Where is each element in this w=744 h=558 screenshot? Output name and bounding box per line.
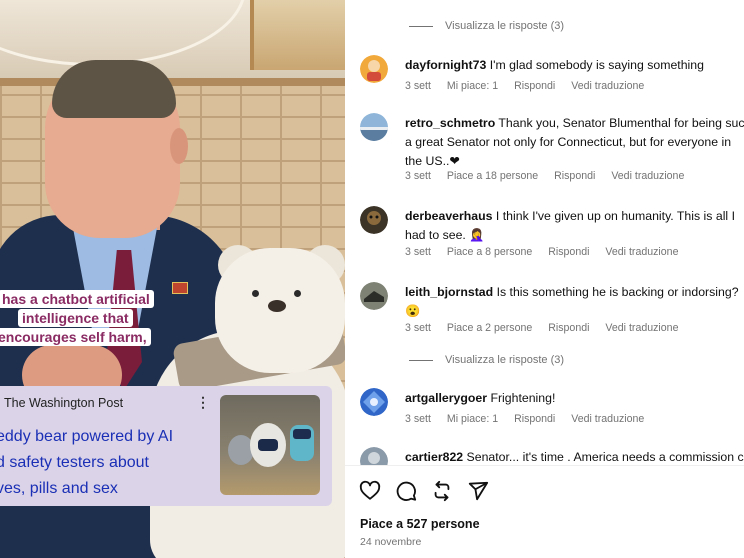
repost-icon[interactable]: [431, 480, 453, 502]
comment-text: Frightening!: [490, 391, 556, 405]
comments-panel: Visualizza le risposte (3) dayfornight73…: [345, 0, 744, 558]
comment-time: 3 sett: [405, 170, 431, 182]
comment-meta: 3 sett Piace a 2 persone Rispondi Vedi t…: [405, 322, 691, 334]
comment-time: 3 sett: [405, 80, 431, 92]
comment-likes[interactable]: Mi piace: 1: [447, 80, 498, 92]
comment-meta: 3 sett Piace a 18 persone Rispondi Vedi …: [405, 170, 697, 182]
reply-button[interactable]: Rispondi: [548, 246, 589, 258]
comment-text: had to see. 🤦‍♀️: [405, 228, 485, 242]
caption-line: has a chatbot artificial: [0, 290, 154, 308]
comment-likes[interactable]: Mi piace: 1: [447, 413, 498, 425]
comment-meta: 3 sett Piace a 8 persone Rispondi Vedi t…: [405, 246, 691, 258]
comment-text: the US..❤: [405, 154, 460, 168]
view-replies-button[interactable]: Visualizza le risposte (3): [409, 354, 564, 366]
reply-button[interactable]: Rispondi: [514, 80, 555, 92]
share-icon[interactable]: [467, 480, 489, 502]
flag-pin: [172, 282, 188, 294]
reply-button[interactable]: Rispondi: [554, 170, 595, 182]
like-count[interactable]: Piace a 527 persone: [360, 517, 480, 531]
comment-meta: 3 sett Mi piace: 1 Rispondi Vedi traduzi…: [405, 80, 657, 92]
caption-line: intelligence that: [18, 309, 133, 327]
reply-button[interactable]: Rispondi: [514, 413, 555, 425]
comment-username[interactable]: dayfornight73: [405, 58, 486, 72]
comment-username[interactable]: derbeaverhaus: [405, 209, 493, 223]
divider: [345, 465, 744, 466]
avatar[interactable]: [360, 282, 388, 310]
more-options-icon: ⋮: [196, 394, 210, 410]
see-translation-button[interactable]: Vedi traduzione: [571, 413, 644, 425]
comment-text: 😮: [405, 304, 421, 318]
comment-username[interactable]: retro_schmetro: [405, 116, 495, 130]
post-actions: [359, 480, 489, 502]
avatar[interactable]: [360, 388, 388, 416]
news-source: The Washington Post: [4, 396, 124, 410]
comment-username[interactable]: leith_bjornstad: [405, 285, 493, 299]
comment-text: Is this something he is backing or indor…: [496, 285, 739, 299]
comment-username[interactable]: artgallerygoer: [405, 391, 487, 405]
news-card: The Washington Post ⋮ eddy bear powered …: [0, 386, 332, 506]
comment-text: I think I've given up on humanity. This …: [495, 209, 735, 223]
comment-text: Senator... it's time . America needs a c…: [466, 450, 744, 464]
comment-text: I'm glad somebody is saying something: [489, 58, 704, 72]
avatar[interactable]: [360, 55, 388, 83]
comment-likes[interactable]: Piace a 18 persone: [447, 170, 538, 182]
view-replies-button[interactable]: Visualizza le risposte (3): [409, 20, 564, 32]
post-date: 24 novembre: [360, 536, 422, 548]
comment-time: 3 sett: [405, 246, 431, 258]
comment-time: 3 sett: [405, 322, 431, 334]
comment: cartier822 Senator... it's time . Americ…: [360, 447, 744, 465]
avatar[interactable]: [360, 113, 388, 141]
heart-icon[interactable]: [359, 480, 381, 502]
video-player[interactable]: has a chatbot artificial intelligence th…: [0, 0, 345, 558]
wooden-door: [250, 0, 345, 70]
comment-likes[interactable]: Piace a 2 persone: [447, 322, 532, 334]
see-translation-button[interactable]: Vedi traduzione: [611, 170, 684, 182]
see-translation-button[interactable]: Vedi traduzione: [605, 246, 678, 258]
comment-username[interactable]: cartier822: [405, 450, 463, 464]
comment-time: 3 sett: [405, 413, 431, 425]
comment-text: Thank you, Senator Blumenthal for being …: [498, 116, 744, 130]
video-caption: has a chatbot artificial intelligence th…: [0, 290, 170, 347]
reply-button[interactable]: Rispondi: [548, 322, 589, 334]
news-headline: eddy bear powered by AI d safety testers…: [0, 428, 174, 497]
comment-text: a great Senator not only for Connecticut…: [405, 135, 732, 149]
see-translation-button[interactable]: Vedi traduzione: [605, 322, 678, 334]
comment-icon[interactable]: [395, 480, 417, 502]
news-thumbnail-image: [220, 395, 320, 495]
caption-line: encourages self harm,: [0, 328, 151, 346]
avatar[interactable]: [360, 206, 388, 234]
comment-meta: 3 sett Mi piace: 1 Rispondi Vedi traduzi…: [405, 413, 657, 425]
comment-likes[interactable]: Piace a 8 persone: [447, 246, 532, 258]
avatar[interactable]: [360, 447, 388, 465]
see-translation-button[interactable]: Vedi traduzione: [571, 80, 644, 92]
